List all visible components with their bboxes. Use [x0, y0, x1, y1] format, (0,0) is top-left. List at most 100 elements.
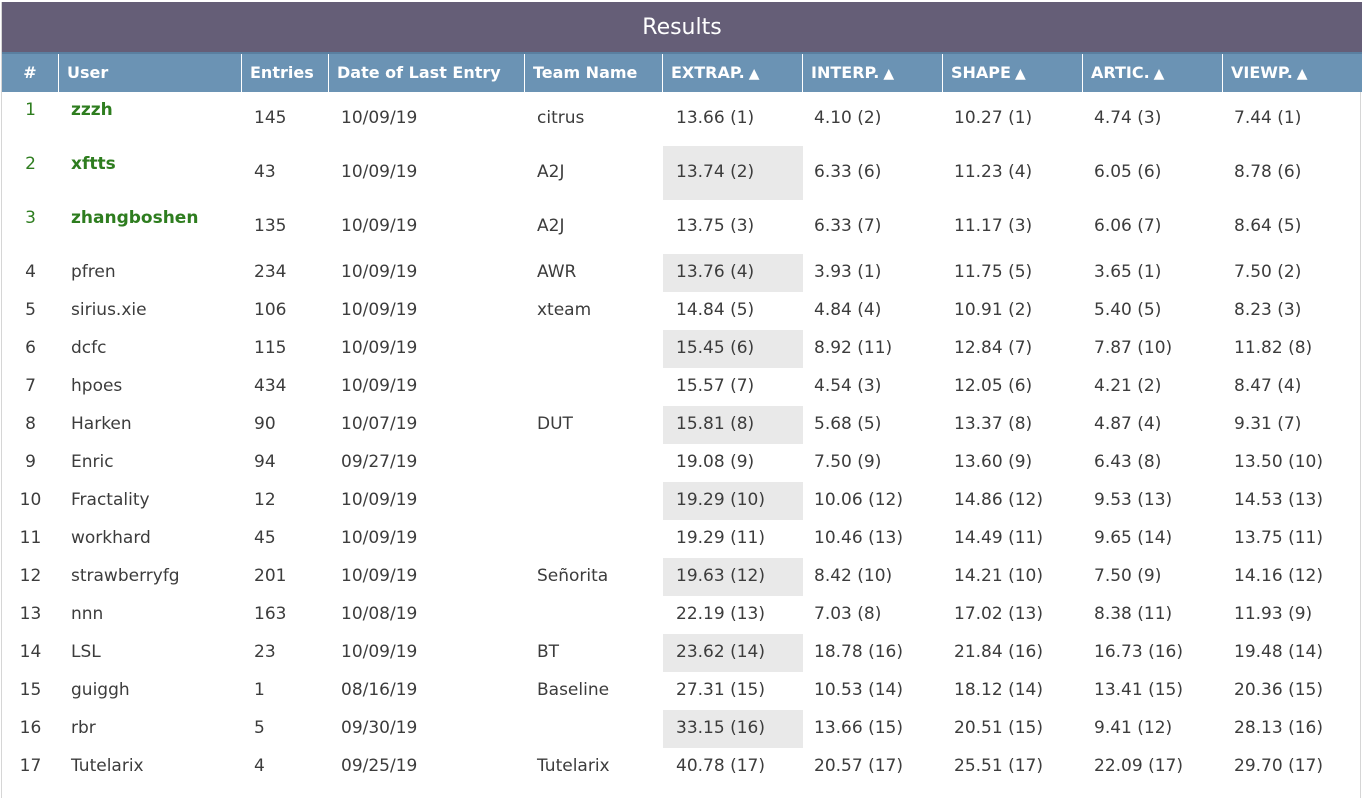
cell-interp: 6.33 (6): [803, 146, 943, 200]
cell-user-text: LSL: [71, 642, 101, 662]
cell-viewp-text: 13.50 (10): [1234, 452, 1323, 472]
cell-user-text: zzzh: [71, 100, 113, 120]
cell-entries-text: 94: [254, 452, 276, 472]
cell-extrap-text: 14.84 (5): [676, 300, 755, 320]
table-row: 1 zzzh 145 10/09/19 citrus 13.66 (1) 4.10 (2) 1…: [2, 92, 1362, 146]
table-row: 10 Fractality 12 10/09/19 19.29 (10) 10.06 (1…: [2, 482, 1362, 520]
cell-extrap-text: 15.57 (7): [676, 376, 755, 396]
cell-user: Harken: [59, 406, 242, 444]
cell-viewp-text: 8.64 (5): [1234, 216, 1302, 236]
cell-date: 10/09/19: [329, 330, 525, 368]
triangle-up-icon: ▲: [883, 66, 895, 82]
cell-interp-text: 3.93 (1): [814, 262, 882, 282]
col-header-viewp[interactable]: VIEWP. ▲: [1223, 54, 1362, 92]
col-header-extrap[interactable]: EXTRAP. ▲: [663, 54, 803, 92]
col-header-extrap-label: EXTRAP.: [671, 63, 745, 82]
cell-artic: 7.50 (9): [1083, 558, 1223, 596]
cell-interp: 18.78 (16): [803, 634, 943, 672]
cell-entries: 234: [242, 254, 329, 292]
cell-extrap-text: 40.78 (17): [676, 756, 765, 776]
cell-user: zhangboshen: [59, 200, 242, 254]
cell-rank-text: 4: [25, 262, 36, 282]
cell-shape: 25.51 (17): [943, 748, 1083, 786]
cell-date-text: 10/07/19: [341, 414, 418, 434]
cell-viewp-text: 29.70 (17): [1234, 756, 1323, 776]
cell-extrap: 19.29 (10): [663, 482, 803, 520]
cell-entries-text: 12: [254, 490, 276, 510]
cell-viewp-text: 14.16 (12): [1234, 566, 1323, 586]
cell-shape-text: 10.91 (2): [954, 300, 1033, 320]
cell-team-text: Señorita: [537, 566, 609, 586]
cell-user: Tutelarix: [59, 748, 242, 786]
cell-viewp-text: 11.93 (9): [1234, 604, 1313, 624]
cell-extrap: 27.31 (15): [663, 672, 803, 710]
col-header-shape-label: SHAPE: [951, 63, 1011, 82]
cell-user: Fractality: [59, 482, 242, 520]
cell-user-text: xftts: [71, 154, 116, 174]
col-header-shape[interactable]: SHAPE ▲: [943, 54, 1083, 92]
cell-rank-text: 15: [19, 680, 42, 700]
cell-viewp-text: 14.53 (13): [1234, 490, 1323, 510]
cell-user: hpoes: [59, 368, 242, 406]
cell-date-text: 08/16/19: [341, 680, 418, 700]
cell-extrap-text: 15.81 (8): [676, 414, 755, 434]
cell-entries-text: 135: [254, 216, 287, 236]
cell-shape: 10.91 (2): [943, 292, 1083, 330]
cell-interp-text: 18.78 (16): [814, 642, 903, 662]
cell-interp-text: 7.03 (8): [814, 604, 882, 624]
cell-date-text: 10/09/19: [341, 338, 418, 358]
cell-team: [525, 520, 663, 558]
cell-shape: 21.84 (16): [943, 634, 1083, 672]
cell-rank: 16: [2, 710, 59, 748]
cell-date-text: 10/09/19: [341, 262, 418, 282]
cell-shape: 14.49 (11): [943, 520, 1083, 558]
col-header-interp[interactable]: INTERP. ▲: [803, 54, 943, 92]
cell-shape: 11.23 (4): [943, 146, 1083, 200]
cell-shape-text: 12.84 (7): [954, 338, 1033, 358]
cell-extrap-text: 15.45 (6): [676, 338, 755, 358]
cell-shape: 20.51 (15): [943, 710, 1083, 748]
cell-user-text: guiggh: [71, 680, 130, 700]
cell-artic-text: 8.38 (11): [1094, 604, 1173, 624]
cell-user-text: zhangboshen: [71, 208, 199, 228]
cell-date: 10/09/19: [329, 520, 525, 558]
cell-date-text: 10/09/19: [341, 490, 418, 510]
cell-artic: 6.06 (7): [1083, 200, 1223, 254]
cell-extrap-text: 22.19 (13): [676, 604, 765, 624]
cell-entries: 23: [242, 634, 329, 672]
cell-artic-text: 7.87 (10): [1094, 338, 1173, 358]
results-table: Results # User Entries Date of Last Entr…: [1, 2, 1362, 798]
cell-extrap-text: 19.29 (10): [676, 490, 765, 510]
cell-interp-text: 5.68 (5): [814, 414, 882, 434]
cell-extrap: 13.66 (1): [663, 92, 803, 146]
cell-viewp: 8.47 (4): [1223, 368, 1362, 406]
cell-entries: 90: [242, 406, 329, 444]
cell-artic: 9.41 (12): [1083, 710, 1223, 748]
cell-rank: 12: [2, 558, 59, 596]
cell-user: nnn: [59, 596, 242, 634]
cell-date: 10/08/19: [329, 596, 525, 634]
cell-entries-text: 23: [254, 642, 276, 662]
cell-team-text: xteam: [537, 300, 592, 320]
cell-shape: 14.86 (12): [943, 482, 1083, 520]
cell-interp: 4.84 (4): [803, 292, 943, 330]
cell-artic: 5.40 (5): [1083, 292, 1223, 330]
cell-rank: 9: [2, 444, 59, 482]
triangle-up-icon: ▲: [1153, 66, 1165, 82]
cell-shape-text: 17.02 (13): [954, 604, 1043, 624]
table-row: 7 hpoes 434 10/09/19 15.57 (7) 4.54 (3) 12.05 …: [2, 368, 1362, 406]
table-row: 11 workhard 45 10/09/19 19.29 (11) 10.46 (13)…: [2, 520, 1362, 558]
table-row: 12 strawberryfg 201 10/09/19 Señorita 19.63 (…: [2, 558, 1362, 596]
cell-viewp: 11.93 (9): [1223, 596, 1362, 634]
cell-artic-text: 6.43 (8): [1094, 452, 1162, 472]
cell-date: 10/07/19: [329, 406, 525, 444]
cell-artic: 6.05 (6): [1083, 146, 1223, 200]
col-header-rank: #: [2, 54, 59, 92]
cell-entries-text: 45: [254, 528, 276, 548]
col-header-artic[interactable]: ARTIC. ▲: [1083, 54, 1223, 92]
cell-team-text: citrus: [537, 108, 585, 128]
cell-date: 09/25/19: [329, 748, 525, 786]
cell-artic-text: 13.41 (15): [1094, 680, 1183, 700]
results-title: Results: [2, 2, 1362, 52]
cell-rank-text: 1: [25, 100, 36, 120]
